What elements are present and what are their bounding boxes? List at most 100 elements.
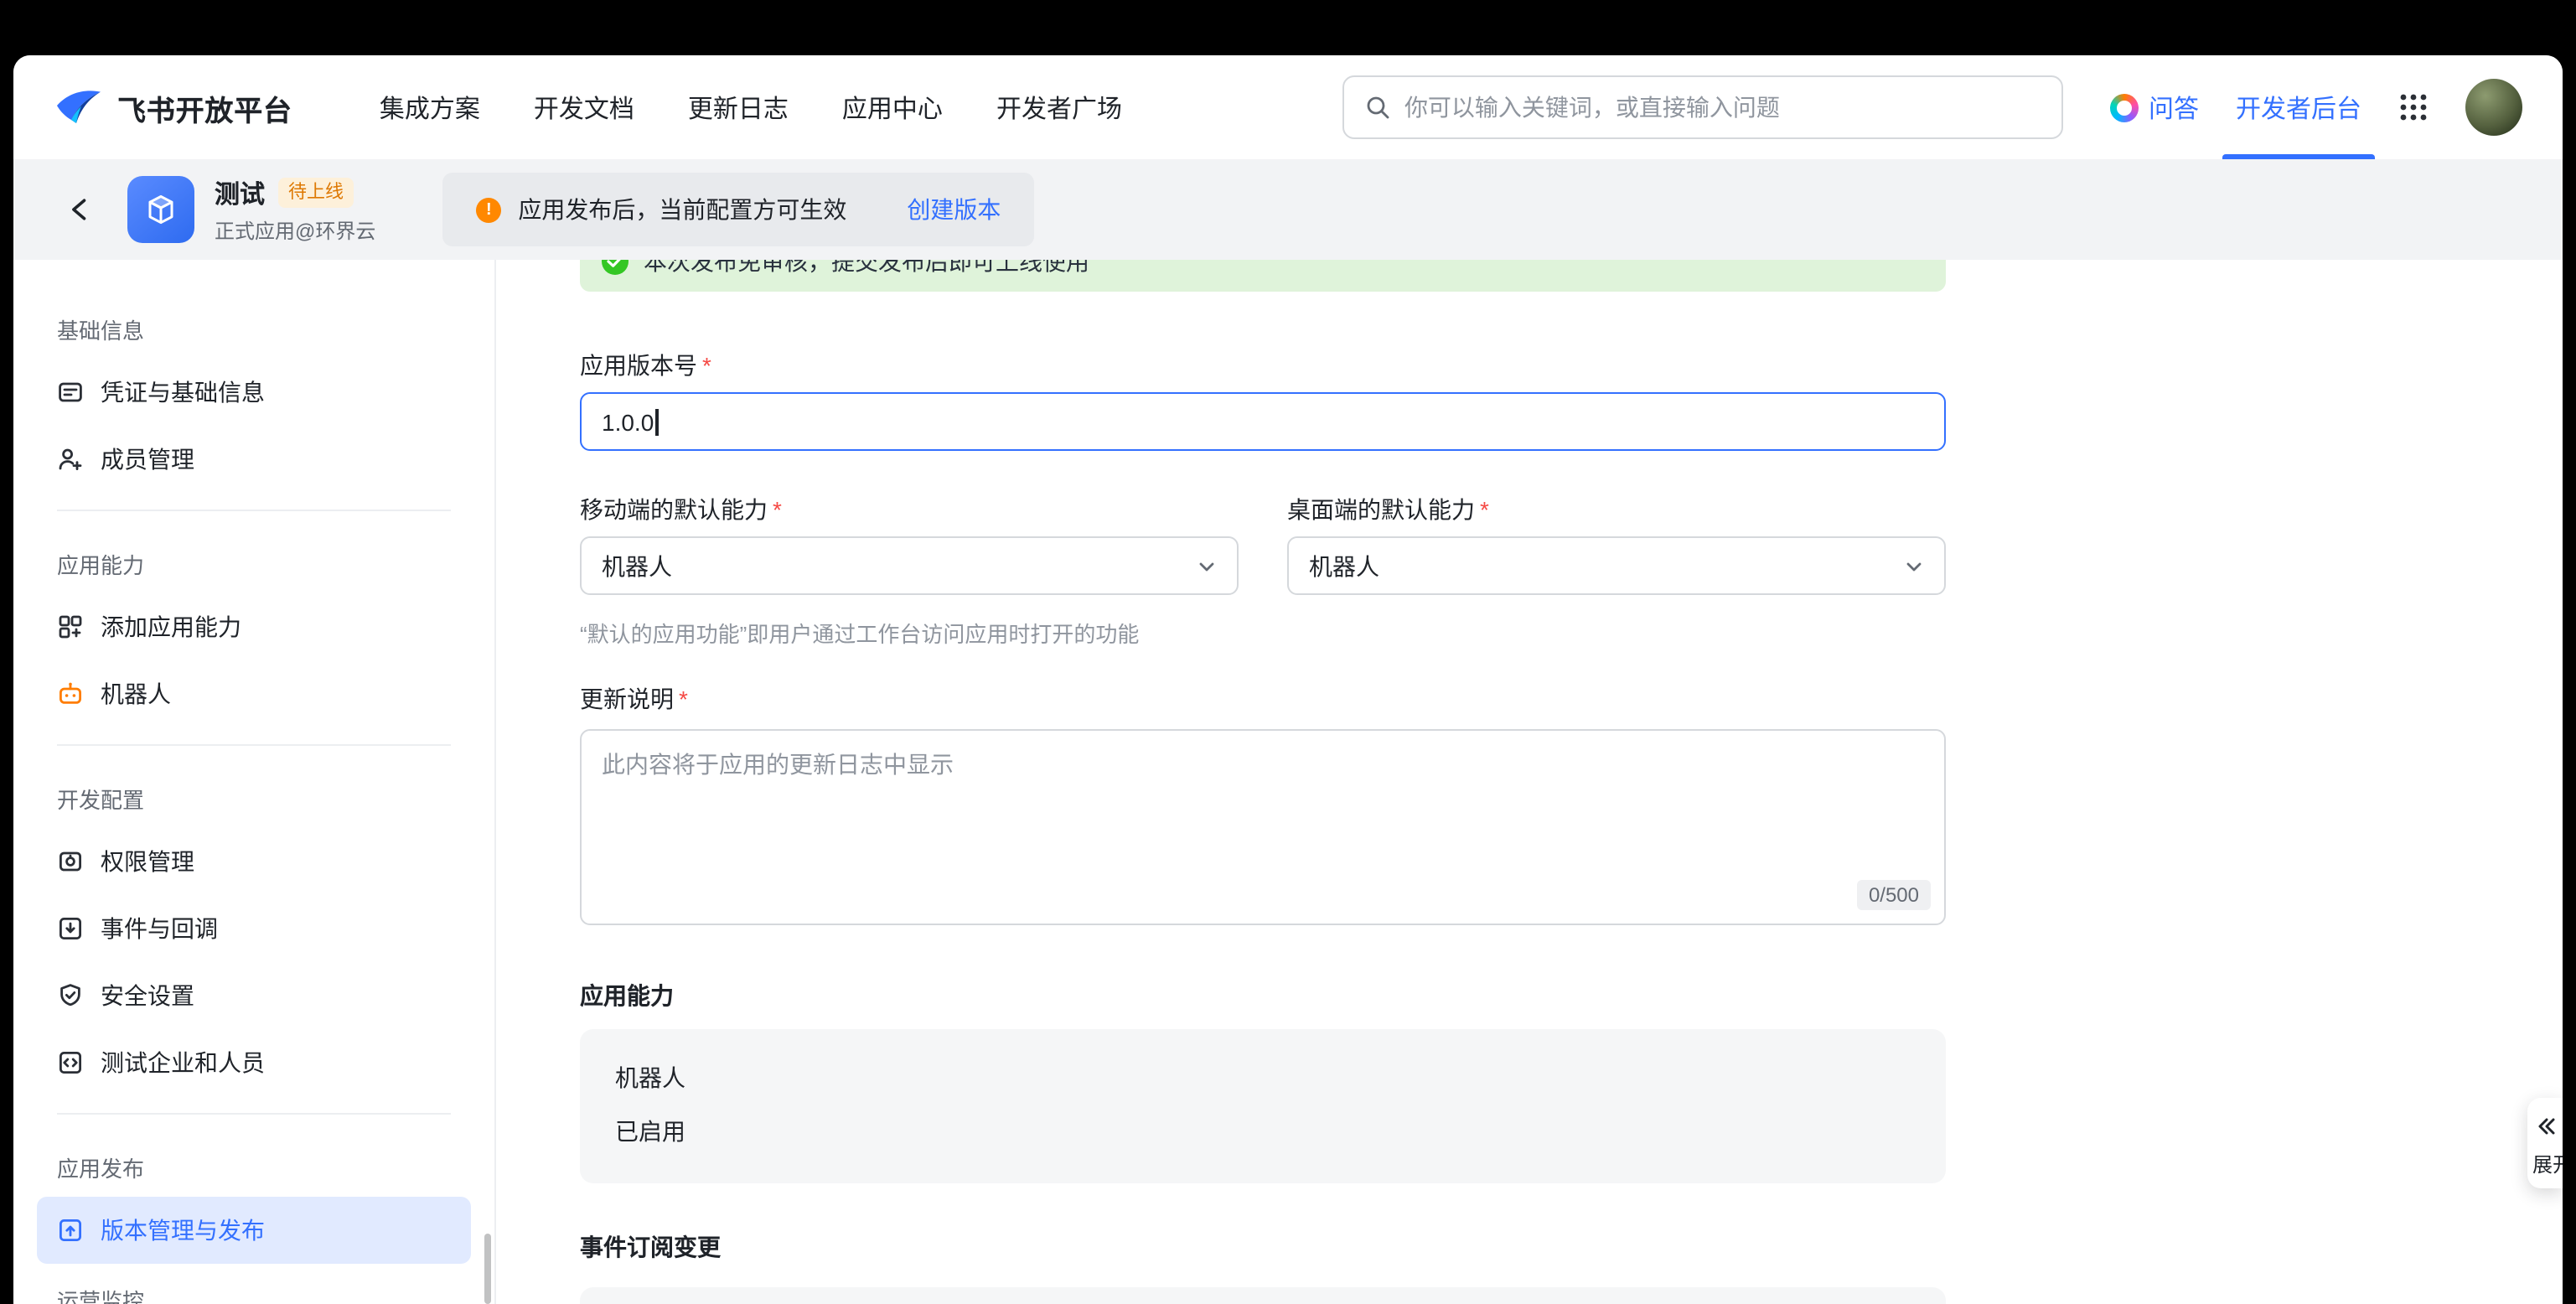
required-mark: *: [1480, 496, 1489, 523]
sidebar-scrollbar[interactable]: [484, 1234, 491, 1304]
changelog-placeholder: 此内容将于应用的更新日志中显示: [602, 751, 954, 778]
sidebar-item-add-capability[interactable]: 添加应用能力: [37, 593, 471, 660]
back-button[interactable]: [57, 186, 104, 233]
version-label: 应用版本号*: [580, 349, 1946, 382]
cube-icon: [142, 191, 179, 228]
sidebar-item-security[interactable]: 安全设置: [37, 962, 471, 1029]
app-icon: [127, 176, 194, 243]
browser-window: 飞书开放平台 集成方案 开发文档 更新日志 应用中心 开发者广场 你可以输入关键…: [13, 55, 2563, 1304]
expand-drawer-handle[interactable]: 展开: [2527, 1098, 2563, 1188]
nav-item-app-center[interactable]: 应用中心: [815, 55, 970, 159]
sidebar-section-release: 应用发布: [13, 1131, 494, 1197]
app-name: 测试: [215, 175, 265, 210]
warning-icon: !: [476, 197, 501, 222]
sidebar-divider: [57, 1113, 451, 1115]
qa-icon: [2110, 93, 2139, 122]
char-counter: 0/500: [1857, 880, 1931, 910]
status-badge: 待上线: [278, 178, 354, 208]
console-label: 开发者后台: [2236, 90, 2361, 125]
app-subtitle: 正式应用@环界云: [215, 215, 375, 244]
version-form: 本次发布免审核，提交发布后即可上线使用 应用版本号* 1.0.0 移动端的默认能…: [580, 260, 1946, 1304]
expand-label: 展开: [2527, 1150, 2563, 1178]
required-mark: *: [679, 686, 688, 712]
chevron-down-icon: [1197, 556, 1217, 576]
required-mark: *: [773, 496, 782, 523]
sidebar-item-version-release[interactable]: 版本管理与发布: [37, 1197, 471, 1264]
nav-item-integrations[interactable]: 集成方案: [353, 55, 507, 159]
event-section-title: 事件订阅变更: [580, 1230, 1946, 1264]
event-callback-icon: [57, 915, 84, 942]
sidebar-item-label: 安全设置: [101, 979, 194, 1012]
publish-icon: [57, 1217, 84, 1244]
version-value: 1.0.0: [602, 408, 654, 435]
sidebar-item-label: 成员管理: [101, 442, 194, 476]
sidebar-item-test-org[interactable]: 测试企业和人员: [37, 1029, 471, 1096]
app-meta: 测试 待上线 正式应用@环界云: [215, 175, 375, 244]
sidebar-item-bot[interactable]: 机器人: [37, 660, 471, 727]
qa-link[interactable]: 问答: [2110, 90, 2199, 125]
nav-item-docs[interactable]: 开发文档: [507, 55, 661, 159]
user-avatar[interactable]: [2465, 79, 2522, 136]
safe-lock-icon: [57, 848, 84, 875]
shield-check-icon: [57, 982, 84, 1009]
capability-section-title: 应用能力: [580, 979, 1946, 1012]
version-input[interactable]: 1.0.0: [580, 392, 1946, 451]
sidebar: 基础信息 凭证与基础信息 成员管理 应用能力: [13, 260, 496, 1304]
chevron-down-icon: [1904, 556, 1924, 576]
nav-right-cluster: 问答 开发者后台: [2110, 55, 2522, 159]
sidebar-section-monitoring: 运营监控: [13, 1264, 494, 1304]
success-check-icon: [602, 260, 628, 275]
sidebar-item-label: 凭证与基础信息: [101, 375, 265, 409]
brand-title: 飞书开放平台: [117, 86, 292, 128]
capability-status: 已启用: [615, 1115, 1911, 1148]
changelog-label: 更新说明*: [580, 682, 1946, 716]
sidebar-section-capability: 应用能力: [13, 528, 494, 593]
page-body: 基础信息 凭证与基础信息 成员管理 应用能力: [13, 260, 2563, 1304]
mobile-default-select[interactable]: 机器人: [580, 536, 1239, 595]
id-card-icon: [57, 379, 84, 406]
sidebar-item-label: 添加应用能力: [101, 610, 241, 644]
sidebar-item-credentials[interactable]: 凭证与基础信息: [37, 359, 471, 426]
sidebar-item-label: 测试企业和人员: [101, 1046, 265, 1079]
chevron-left-icon: [65, 194, 96, 225]
default-capability-row: 移动端的默认能力* 机器人 “默认的应用功能”即用户通过工作台访问应用时打开的功…: [580, 493, 1946, 649]
sidebar-item-permissions[interactable]: 权限管理: [37, 828, 471, 895]
desktop-default-value: 机器人: [1309, 549, 1379, 582]
sidebar-divider: [57, 510, 451, 511]
feishu-logo-icon: [54, 86, 104, 128]
capability-name: 机器人: [615, 1061, 1911, 1094]
desktop-default-label: 桌面端的默认能力*: [1287, 493, 1946, 526]
robot-icon: [57, 680, 84, 707]
changelog-textarea[interactable]: 此内容将于应用的更新日志中显示 0/500: [580, 729, 1946, 925]
code-box-icon: [57, 1049, 84, 1076]
publish-notice-bar: ! 应用发布后，当前配置方可生效 创建版本: [442, 173, 1034, 246]
sidebar-item-label: 版本管理与发布: [101, 1213, 265, 1247]
brand[interactable]: 飞书开放平台: [54, 86, 292, 128]
search-input[interactable]: 你可以输入关键词，或直接输入问题: [1342, 75, 2063, 139]
nav-item-changelog[interactable]: 更新日志: [661, 55, 815, 159]
sidebar-item-members[interactable]: 成员管理: [37, 426, 471, 493]
double-chevron-left-icon: [2533, 1115, 2557, 1138]
primary-nav: 集成方案 开发文档 更新日志 应用中心 开发者广场: [353, 55, 1149, 159]
sidebar-item-label: 事件与回调: [101, 912, 218, 945]
default-capability-hint: “默认的应用功能”即用户通过工作台访问应用时打开的功能: [580, 617, 1239, 649]
text-cursor: [655, 408, 658, 435]
required-mark: *: [702, 352, 711, 379]
desktop-default-select[interactable]: 机器人: [1287, 536, 1946, 595]
qa-label: 问答: [2149, 90, 2199, 125]
screen: 飞书开放平台 集成方案 开发文档 更新日志 应用中心 开发者广场 你可以输入关键…: [0, 0, 2576, 1304]
create-version-link[interactable]: 创建版本: [907, 193, 1001, 226]
capability-summary-box: 机器人 已启用: [580, 1029, 1946, 1183]
top-navigation: 飞书开放平台 集成方案 开发文档 更新日志 应用中心 开发者广场 你可以输入关键…: [13, 55, 2563, 159]
event-summary-box: [580, 1287, 1946, 1304]
console-link-active[interactable]: 开发者后台: [2236, 55, 2361, 159]
sidebar-section-dev-config: 开发配置: [13, 763, 494, 828]
sidebar-divider: [57, 744, 451, 746]
nav-item-dev-plaza[interactable]: 开发者广场: [970, 55, 1149, 159]
apps-grid-icon[interactable]: [2398, 92, 2429, 122]
grid-plus-icon: [57, 613, 84, 640]
success-banner-text: 本次发布免审核，提交发布后即可上线使用: [644, 260, 1089, 278]
sidebar-item-events[interactable]: 事件与回调: [37, 895, 471, 962]
sidebar-item-label: 权限管理: [101, 845, 194, 878]
search-icon: [1364, 94, 1391, 121]
